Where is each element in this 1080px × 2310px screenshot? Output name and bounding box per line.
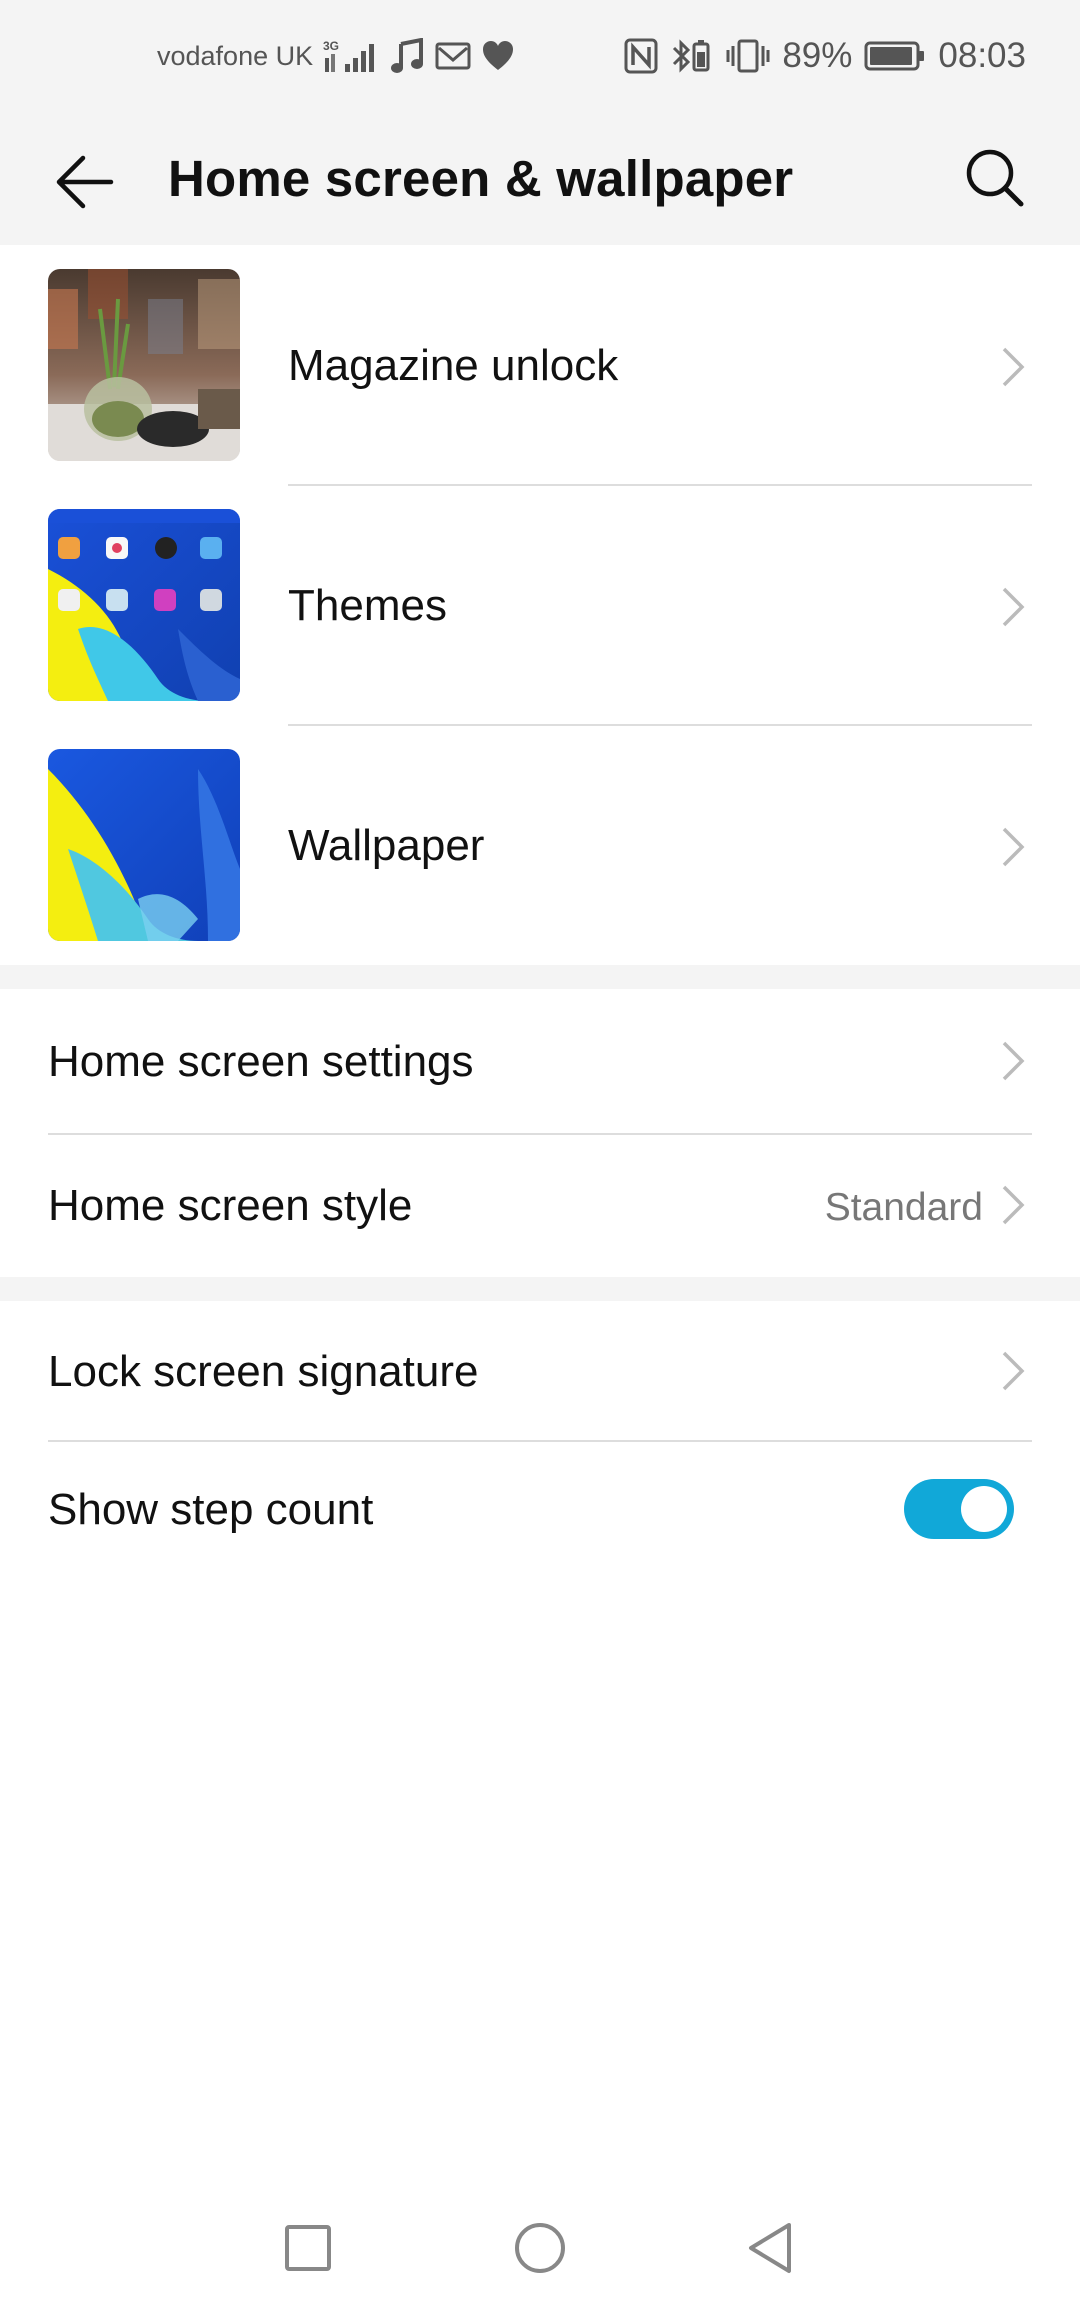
themes-thumbnail	[48, 509, 240, 701]
page-title: Home screen & wallpaper	[168, 150, 794, 207]
carrier-name: vodafone UK	[157, 40, 314, 71]
show-step-count-label: Show step count	[48, 1485, 374, 1534]
section-gap	[0, 1277, 1080, 1301]
status-bar: vodafone UK 3G 89% 08:03	[0, 0, 1080, 125]
home-screen-style-label: Home screen style	[48, 1181, 413, 1230]
navigation-bar	[0, 2190, 1080, 2310]
show-step-count-row: Show step count	[0, 1441, 1080, 1581]
battery-icon	[864, 40, 926, 72]
home-button[interactable]	[500, 2208, 580, 2288]
wallpaper-label: Wallpaper	[288, 821, 485, 870]
music-icon	[391, 38, 425, 74]
home-screen-group: Home screen settings Home screen style S…	[0, 989, 1080, 1277]
search-icon	[966, 149, 1024, 207]
triangle-back-icon	[749, 2223, 791, 2273]
wallpaper-thumbnail	[48, 749, 240, 941]
battery-percent: 89%	[782, 36, 853, 75]
chevron-right-icon	[1002, 347, 1025, 387]
search-button[interactable]	[960, 143, 1030, 213]
back-arrow-icon	[56, 155, 114, 209]
magazine-unlock-row[interactable]: Magazine unlock	[0, 245, 1080, 485]
step-count-toggle[interactable]	[904, 1479, 1014, 1539]
square-icon	[285, 2225, 331, 2271]
themes-row[interactable]: Themes	[0, 485, 1080, 725]
mail-icon	[435, 40, 471, 72]
recents-button[interactable]	[268, 2208, 348, 2288]
chevron-right-icon	[1002, 1041, 1025, 1081]
chevron-right-icon	[1002, 587, 1025, 627]
clock: 08:03	[938, 36, 1026, 75]
home-screen-settings-label: Home screen settings	[48, 1037, 474, 1086]
signal-icon: 3G	[323, 38, 381, 74]
status-left: vodafone UK 3G	[157, 38, 515, 74]
nfc-icon	[624, 38, 658, 74]
lock-screen-signature-label: Lock screen signature	[48, 1347, 479, 1396]
chevron-right-icon	[1002, 1185, 1025, 1225]
circle-icon	[515, 2223, 565, 2273]
bluetooth-battery-icon	[670, 38, 714, 74]
chevron-right-icon	[1002, 1351, 1025, 1391]
vibrate-icon	[726, 38, 770, 74]
app-bar: Home screen & wallpaper	[0, 125, 1080, 245]
home-screen-style-value: Standard	[824, 1186, 983, 1229]
magazine-unlock-thumbnail	[48, 269, 240, 461]
home-screen-style-row[interactable]: Home screen style Standard	[0, 1134, 1080, 1277]
home-screen-settings-row[interactable]: Home screen settings	[0, 989, 1080, 1133]
lock-screen-group: Lock screen signature Show step count	[0, 1301, 1080, 1581]
chevron-right-icon	[1002, 827, 1025, 867]
toggle-knob	[961, 1486, 1007, 1532]
network-type: 3G	[323, 39, 339, 53]
magazine-unlock-label: Magazine unlock	[288, 341, 619, 390]
wallpaper-row[interactable]: Wallpaper	[0, 725, 1080, 965]
lock-screen-signature-row[interactable]: Lock screen signature	[0, 1301, 1080, 1441]
section-gap	[0, 965, 1080, 989]
status-right: 89% 08:03	[624, 36, 1026, 76]
themes-label: Themes	[288, 581, 447, 630]
heart-icon	[481, 40, 515, 72]
back-nav-button[interactable]	[730, 2208, 810, 2288]
back-button[interactable]	[50, 147, 120, 217]
personalization-group: Magazine unlock Themes Wallpaper	[0, 245, 1080, 965]
